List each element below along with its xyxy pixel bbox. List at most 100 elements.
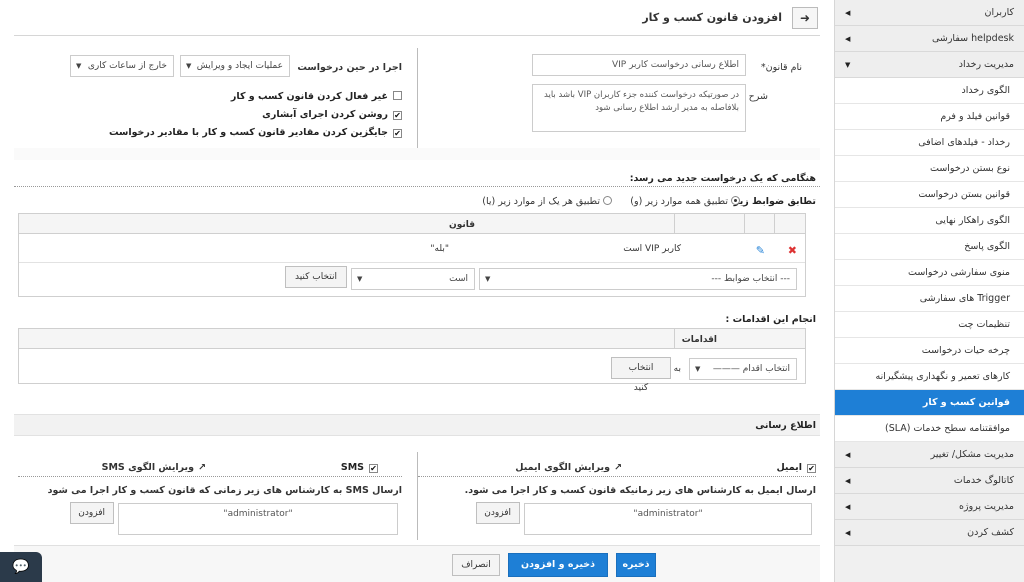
sidebar-item-incident-management[interactable]: مدیریت رخداد ▼ — [835, 52, 1024, 78]
sidebar-subitem[interactable]: منوی سفارشی درخواست — [835, 260, 1024, 286]
sidebar-subitem[interactable]: تنظیمات چت — [835, 312, 1024, 338]
radio-label: تطبیق هر یک از موارد زیر (یا) — [482, 196, 600, 207]
select-value: خارج از ساعات کاری — [87, 61, 167, 71]
email-add-button[interactable]: افزودن — [476, 502, 520, 524]
override-checkbox[interactable]: ✔ جایگزین کردن مقادیر قانون کسب و کار با … — [109, 127, 402, 138]
column-header-actions: اقدامات — [681, 335, 717, 345]
edit-sms-template-link[interactable]: ↗ویرایش الگوی SMS — [102, 462, 206, 473]
criteria-table: قانون ✖ ✎ کاربر VIP است "بله" --- انتخاب… — [18, 213, 806, 297]
actions-heading: انجام این اقدامات : — [725, 314, 816, 325]
rule-name-input[interactable]: اطلاع رسانی درخواست کاربر VIP — [532, 54, 746, 76]
checkbox-checked-icon[interactable]: ✔ — [369, 464, 378, 473]
to-label: به — [673, 364, 681, 374]
divider — [418, 476, 816, 477]
sidebar-item-label: helpdesk سفارشی — [931, 33, 1014, 44]
edit-email-template-link[interactable]: ↗ویرایش الگوی ایمیل — [515, 462, 622, 473]
checkbox-checked-icon[interactable]: ✔ — [393, 129, 402, 138]
notify-heading: اطلاع رسانی — [755, 420, 816, 431]
caret-left-icon: ◀ — [845, 451, 851, 459]
sidebar-item-discovery[interactable]: کشف کردن ◀ — [835, 520, 1024, 546]
execute-hours-select[interactable]: خارج از ساعات کاری ▼ — [70, 55, 174, 77]
sidebar-subitem[interactable]: Trigger های سفارشی — [835, 286, 1024, 312]
sidebar-submenu: الگوی رخداد قوانین فیلد و فرم رخداد - فی… — [835, 78, 1024, 442]
sidebar-item-label: مدیریت رخداد — [958, 59, 1014, 70]
sidebar-subitem[interactable]: کارهای تعمیر و نگهداری پیشگیرانه — [835, 364, 1024, 390]
radio-unselected-icon[interactable] — [603, 196, 612, 205]
chat-icon[interactable]: 💬 — [0, 552, 42, 582]
sms-checkbox[interactable]: ✔ SMS — [341, 462, 378, 473]
sidebar-item-project[interactable]: مدیریت پروژه ◀ — [835, 494, 1024, 520]
checkbox-label: ایمیل — [776, 462, 802, 473]
rule-name-label: نام قانون* — [760, 62, 802, 73]
radio-selected-icon[interactable] — [731, 196, 740, 205]
choose-action-button[interactable]: انتخاب کنید — [611, 357, 671, 393]
checkbox-checked-icon[interactable]: ✔ — [807, 464, 816, 473]
sidebar-subitem[interactable]: رخداد - فیلدهای اضافی — [835, 130, 1024, 156]
operator-select[interactable]: است ▼ — [351, 268, 475, 290]
caret-left-icon: ◀ — [845, 503, 851, 511]
match-all-radio[interactable]: تطبیق همه موارد زیر (و) — [630, 196, 740, 207]
sidebar-subitem[interactable]: الگوی راهکار نهایی — [835, 208, 1024, 234]
action-select[interactable]: انتخاب اقدام ——— ▼ — [689, 358, 797, 380]
description-textarea[interactable]: در صورتیکه درخواست کننده جزء کاربران VIP… — [532, 84, 746, 132]
back-arrow-icon[interactable]: ➜ — [792, 7, 818, 29]
execute-operation-select[interactable]: عملیات ایجاد و ویرایش ▼ — [180, 55, 290, 77]
dropdown-arrow-icon: ▼ — [695, 365, 701, 373]
actions-table: اقدامات انتخاب اقدام ——— ▼ به انتخاب کنید — [18, 328, 806, 393]
email-recipients-input[interactable]: "administrator" — [524, 503, 812, 535]
divider — [744, 214, 745, 234]
column-header-rule: قانون — [449, 220, 475, 230]
sidebar-item-service-catalog[interactable]: کاتالوگ خدمات ◀ — [835, 468, 1024, 494]
sidebar-item-label: کاربران — [984, 7, 1014, 18]
footer-bar — [14, 545, 820, 582]
criteria-heading: هنگامی که یک درخواست جدید می رسد: — [629, 173, 816, 184]
match-any-radio[interactable]: تطبیق هر یک از موارد زیر (یا) — [482, 196, 612, 207]
cascade-checkbox[interactable]: ✔ روشن کردن اجرای آبشاری — [262, 109, 402, 120]
sidebar-subitem-active[interactable]: قوانین کسب و کار — [835, 390, 1024, 416]
caret-left-icon: ◀ — [845, 35, 851, 43]
sidebar-subitem[interactable]: چرخه حیات درخواست — [835, 338, 1024, 364]
sms-description: ارسال SMS به کارشناس های زیر زمانی که قا… — [47, 485, 402, 496]
delete-icon[interactable]: ✖ — [788, 244, 797, 257]
sidebar: کاربران ◀ helpdesk سفارشی ◀ مدیریت رخداد ▼ … — [834, 0, 1024, 582]
sidebar-subitem[interactable]: نوع بستن درخواست — [835, 156, 1024, 182]
divider — [774, 214, 775, 234]
sidebar-subitem[interactable]: قوانین فیلد و فرم — [835, 104, 1024, 130]
sidebar-subitem[interactable]: الگوی رخداد — [835, 78, 1024, 104]
title-bar: ➜ افزودن قانون کسب و کار — [14, 0, 820, 36]
sidebar-item-label: مدیریت پروژه — [959, 501, 1014, 512]
select-value: است — [449, 274, 468, 284]
sms-add-button[interactable]: افزودن — [70, 502, 114, 524]
checkbox-checked-icon[interactable]: ✔ — [393, 111, 402, 120]
criteria-select[interactable]: --- انتخاب ضوابط --- ▼ — [479, 268, 797, 290]
checkbox-unchecked-icon[interactable] — [393, 91, 402, 100]
sidebar-subitem[interactable]: قوانین بستن درخواست — [835, 182, 1024, 208]
checkbox-label: SMS — [340, 462, 364, 473]
save-and-add-button[interactable]: ذخیره و افزودن جدید — [508, 553, 608, 582]
cancel-button[interactable]: انصراف — [452, 554, 500, 576]
sms-recipients-input[interactable]: "administrator" — [118, 503, 398, 535]
edit-icon[interactable]: ✎ — [756, 244, 765, 257]
disable-rule-checkbox[interactable]: غیر فعال کردن قانون کسب و کار — [231, 91, 402, 102]
link-label: ویرایش الگوی SMS — [101, 462, 195, 473]
choose-value-button[interactable]: انتخاب کنید — [285, 266, 347, 288]
criteria-value: "بله" — [430, 244, 449, 254]
sidebar-item-problem-change[interactable]: مدیریت مشکل/ تغییر ◀ — [835, 442, 1024, 468]
sidebar-subitem[interactable]: موافقتنامه سطح خدمات (SLA) — [835, 416, 1024, 442]
caret-left-icon: ◀ — [845, 9, 851, 17]
dropdown-arrow-icon: ▼ — [357, 275, 363, 283]
section-spacer — [14, 148, 820, 160]
sidebar-subitem[interactable]: الگوی پاسخ — [835, 234, 1024, 260]
sidebar-item-users[interactable]: کاربران ◀ — [835, 0, 1024, 26]
row-divider — [19, 262, 805, 263]
divider — [417, 48, 418, 150]
select-value: عملیات ایجاد و ویرایش — [196, 61, 283, 71]
sidebar-item-label: مدیریت مشکل/ تغییر — [930, 449, 1014, 460]
dropdown-arrow-icon: ▼ — [186, 62, 192, 70]
email-checkbox[interactable]: ✔ ایمیل — [776, 462, 816, 473]
edit-template-icon: ↗ — [614, 462, 622, 473]
table-header — [19, 214, 805, 234]
save-button[interactable]: ذخیره — [616, 553, 656, 577]
execute-label: اجرا در حین درخواست — [297, 62, 402, 73]
sidebar-item-helpdesk[interactable]: helpdesk سفارشی ◀ — [835, 26, 1024, 52]
